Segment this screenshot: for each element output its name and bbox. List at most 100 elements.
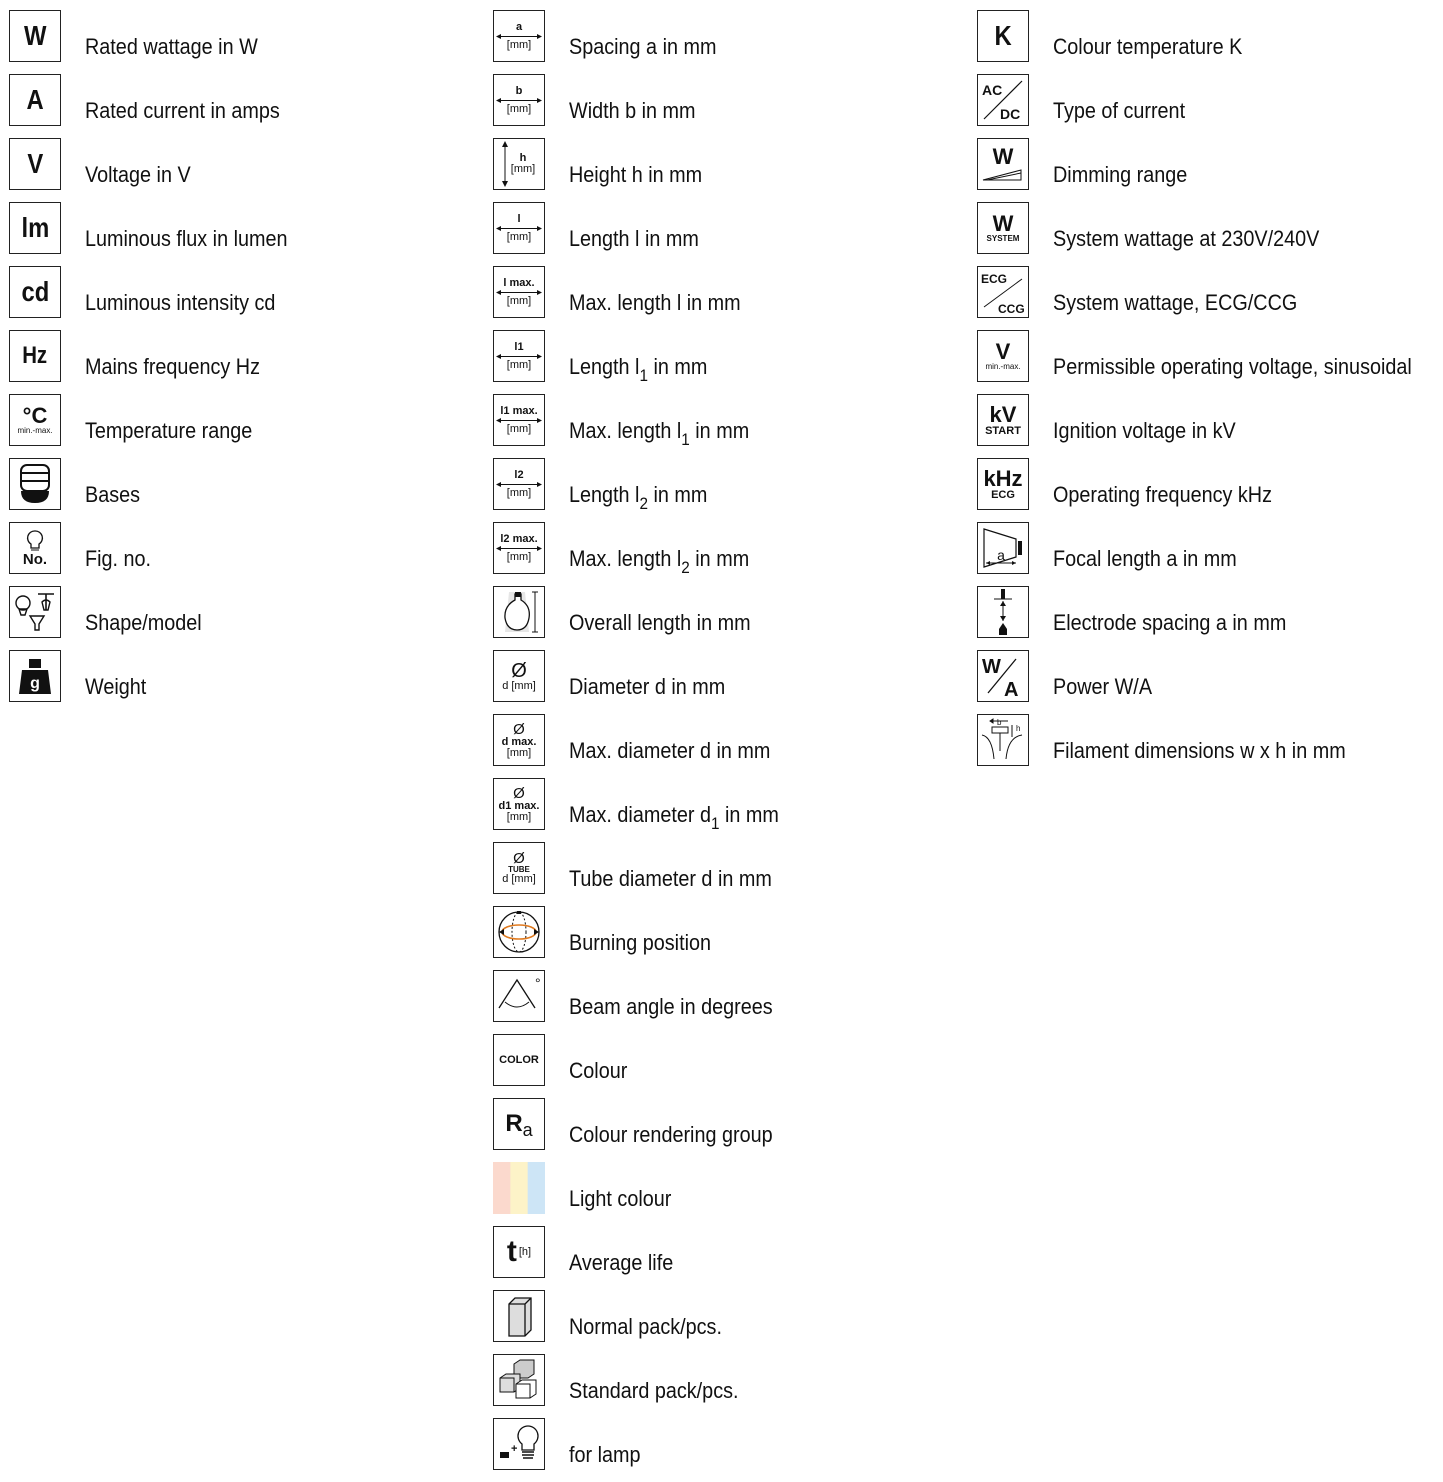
legend-label: Filament dimensions w x h in mm [1053, 738, 1346, 763]
standard-pack-icon [493, 1354, 545, 1406]
legend-label: Width b in mm [569, 98, 696, 123]
beam-angle-icon: ° [493, 970, 545, 1022]
svg-text:ECG: ECG [981, 272, 1007, 286]
base-icon [9, 458, 61, 510]
tube-diameter-icon: Ø TUBE d [mm] [493, 842, 545, 894]
height-arrow-icon: h [mm] [493, 138, 545, 190]
color-rendering-icon: Ra [493, 1098, 545, 1150]
legend-label: Height h in mm [569, 162, 703, 187]
ignition-voltage-icon: kV START [977, 394, 1029, 446]
light-colour-stripe [510, 1162, 529, 1214]
length-arrow-icon: l [mm] [493, 202, 545, 254]
max-length-arrow-icon: l max. [mm] [493, 266, 545, 318]
legend-label: Length l in mm [569, 226, 699, 251]
overall-length-bulb-icon [493, 586, 545, 638]
legend-label: Permissible operating voltage, sinusoida… [1053, 354, 1412, 379]
legend-label: Colour [569, 1058, 628, 1083]
legend-label: Voltage in V [85, 162, 191, 187]
max-diameter1-icon: Ød1 max. [mm] [493, 778, 545, 830]
voltage-icon: V [9, 138, 61, 190]
dimming-icon: W [977, 138, 1029, 190]
shapes-icon [9, 586, 61, 638]
width-arrow-icon: b [mm] [493, 74, 545, 126]
svg-text:DC: DC [1000, 106, 1020, 122]
svg-text:a: a [997, 547, 1005, 563]
max-length1-arrow-icon: l1 max. [mm] [493, 394, 545, 446]
legend-label: Shape/model [85, 610, 202, 635]
max-length2-arrow-icon: l2 max. [mm] [493, 522, 545, 574]
system-wattage-icon: W SYSTEM [977, 202, 1029, 254]
legend-label: Beam angle in degrees [569, 994, 773, 1019]
legend-label: Temperature range [85, 418, 253, 443]
normal-pack-icon [493, 1290, 545, 1342]
legend-label: Colour rendering group [569, 1122, 773, 1147]
max-diameter-icon: Ød max. [mm] [493, 714, 545, 766]
svg-text:W: W [982, 656, 1001, 678]
electrode-spacing-icon [977, 586, 1029, 638]
svg-text:h: h [1016, 724, 1020, 733]
legend-label: Burning position [569, 930, 712, 955]
legend-label: Length l1 in mm [569, 354, 708, 385]
legend-label: Fig. no. [85, 546, 152, 571]
diameter-icon: Ød [mm] [493, 650, 545, 702]
legend-label: Max. length l2 in mm [569, 546, 750, 577]
legend-label: Ignition voltage in kV [1053, 418, 1236, 443]
svg-text:°: ° [535, 975, 541, 991]
candela-icon: cd [9, 266, 61, 318]
operating-voltage-icon: Vmin.-max. [977, 330, 1029, 382]
legend-label: Power W/A [1053, 674, 1153, 699]
svg-text:A: A [1004, 679, 1018, 701]
ecg-ccg-icon: ECG CCG [977, 266, 1029, 318]
bulb-number-icon: No. [9, 522, 61, 574]
color-icon: COLOR [493, 1034, 545, 1086]
legend-label: System wattage at 230V/240V [1053, 226, 1320, 251]
legend-label: Overall length in mm [569, 610, 751, 635]
light-colour-stripe [493, 1162, 511, 1214]
svg-text:AC: AC [982, 82, 1002, 98]
power-wa-icon: WA [977, 650, 1029, 702]
spacing-arrow-icon: a [mm] [493, 10, 545, 62]
lumen-icon: lm [9, 202, 61, 254]
light-colour-stripe [527, 1162, 545, 1214]
svg-text:b: b [997, 718, 1002, 727]
burning-position-icon [493, 906, 545, 958]
legend-label: Normal pack/pcs. [569, 1314, 722, 1339]
legend-label: Rated current in amps [85, 98, 280, 123]
legend-label: Average life [569, 1250, 674, 1275]
svg-text:g: g [30, 675, 40, 692]
legend-label: Diameter d in mm [569, 674, 726, 699]
for-lamp-icon: + [493, 1418, 545, 1470]
legend-label: Max. diameter d1 in mm [569, 802, 779, 833]
legend-label: Spacing a in mm [569, 34, 717, 59]
amps-icon: A [9, 74, 61, 126]
hertz-icon: Hz [9, 330, 61, 382]
legend-label: Luminous flux in lumen [85, 226, 288, 251]
weight-icon: g [9, 650, 61, 702]
ac-dc-icon: AC DC [977, 74, 1029, 126]
legend-label: Max. diameter d in mm [569, 738, 771, 763]
legend-label: Focal length a in mm [1053, 546, 1237, 571]
legend-label: Colour temperature K [1053, 34, 1243, 59]
kelvin-icon: K [977, 10, 1029, 62]
legend-label: Dimming range [1053, 162, 1188, 187]
legend-label: Electrode spacing a in mm [1053, 610, 1287, 635]
temperature-icon: °C min.-max. [9, 394, 61, 446]
legend-label: Tube diameter d in mm [569, 866, 772, 891]
focal-length-icon: a [977, 522, 1029, 574]
legend-label: Length l2 in mm [569, 482, 708, 513]
legend-label: Bases [85, 482, 141, 507]
length2-arrow-icon: l2 [mm] [493, 458, 545, 510]
legend-label: Max. length l1 in mm [569, 418, 750, 449]
operating-frequency-icon: kHz ECG [977, 458, 1029, 510]
legend-label: Max. length l in mm [569, 290, 741, 315]
legend-label: Mains frequency Hz [85, 354, 260, 379]
legend-label: System wattage, ECG/CCG [1053, 290, 1298, 315]
light-colour-icon [493, 1162, 545, 1214]
legend-label: Weight [85, 674, 147, 699]
legend-label: Standard pack/pcs. [569, 1378, 739, 1403]
legend-label: Light colour [569, 1186, 672, 1211]
legend-label: Operating frequency kHz [1053, 482, 1273, 507]
filament-dimensions-icon: bh [977, 714, 1029, 766]
legend-label: Luminous intensity cd [85, 290, 276, 315]
legend-label: for lamp [569, 1442, 641, 1467]
